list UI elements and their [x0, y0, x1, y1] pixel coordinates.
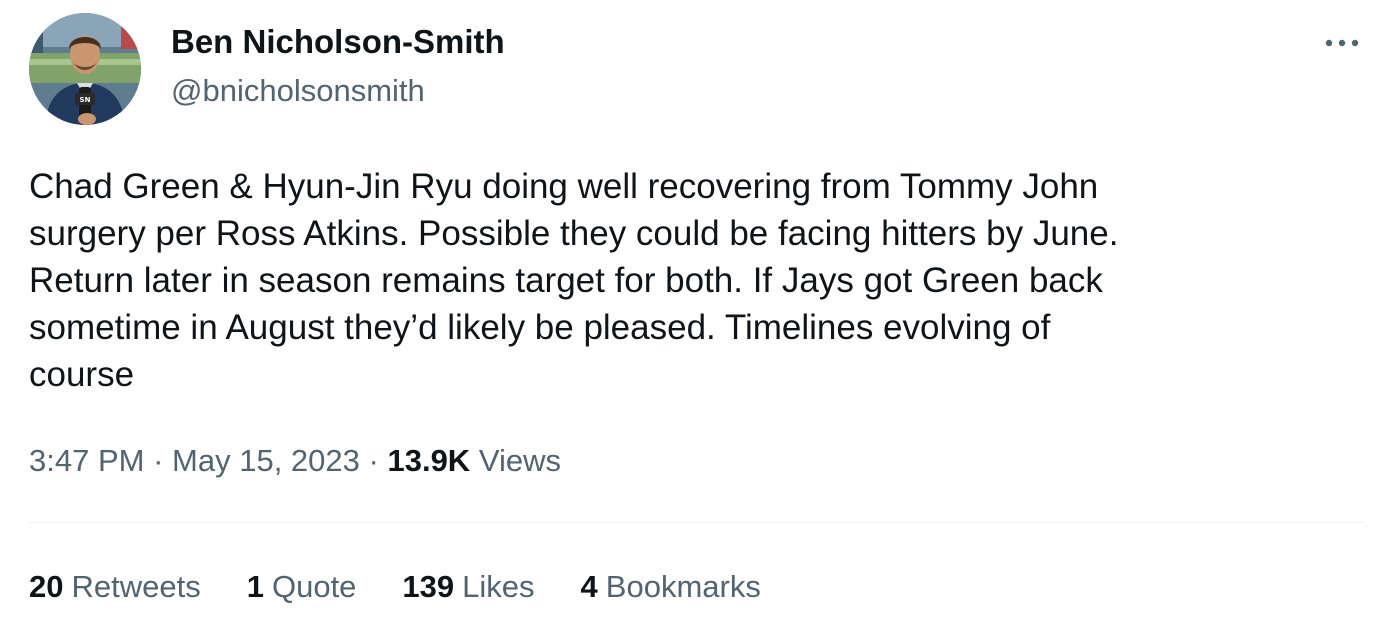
views-count: 13.9K: [387, 443, 471, 478]
quotes-count: 1: [246, 569, 264, 604]
likes-label: Likes: [462, 569, 535, 604]
more-options-button[interactable]: [1318, 26, 1366, 60]
quotes-stat[interactable]: 1 Quote: [247, 566, 357, 608]
more-horizontal-icon: [1325, 39, 1359, 47]
likes-stat[interactable]: 139 Likes: [402, 566, 534, 608]
retweets-count: 20: [29, 569, 64, 604]
bookmarks-count: 4: [580, 569, 598, 604]
author-display-name[interactable]: Ben Nicholson-Smith: [171, 22, 505, 62]
retweets-label: Retweets: [71, 569, 201, 604]
views-label: Views: [478, 443, 561, 478]
tweet-text: Chad Green & Hyun-Jin Ryu doing well rec…: [29, 167, 1119, 394]
quotes-label: Quote: [271, 569, 357, 604]
avatar[interactable]: SN: [29, 13, 141, 125]
likes-count: 139: [402, 569, 455, 604]
divider: [29, 522, 1365, 523]
bookmarks-label: Bookmarks: [605, 569, 761, 604]
author-handle[interactable]: @bnicholsonsmith: [171, 71, 425, 111]
retweets-stat[interactable]: 20 Retweets: [29, 566, 201, 608]
tweet-date[interactable]: May 15, 2023: [172, 443, 360, 478]
mic-flag-label: SN: [80, 96, 91, 104]
engagement-stats: 20 Retweets 1 Quote 139 Likes 4 Bookmarks: [29, 566, 807, 608]
bookmarks-stat[interactable]: 4 Bookmarks: [581, 566, 761, 608]
meta-separator: ·: [368, 443, 379, 478]
avatar-photo: SN: [29, 13, 141, 125]
tweet-time[interactable]: 3:47 PM: [29, 443, 144, 478]
tweet-metadata: 3:47 PM · May 15, 2023 · 13.9K Views: [29, 440, 561, 482]
meta-separator: ·: [153, 443, 164, 478]
